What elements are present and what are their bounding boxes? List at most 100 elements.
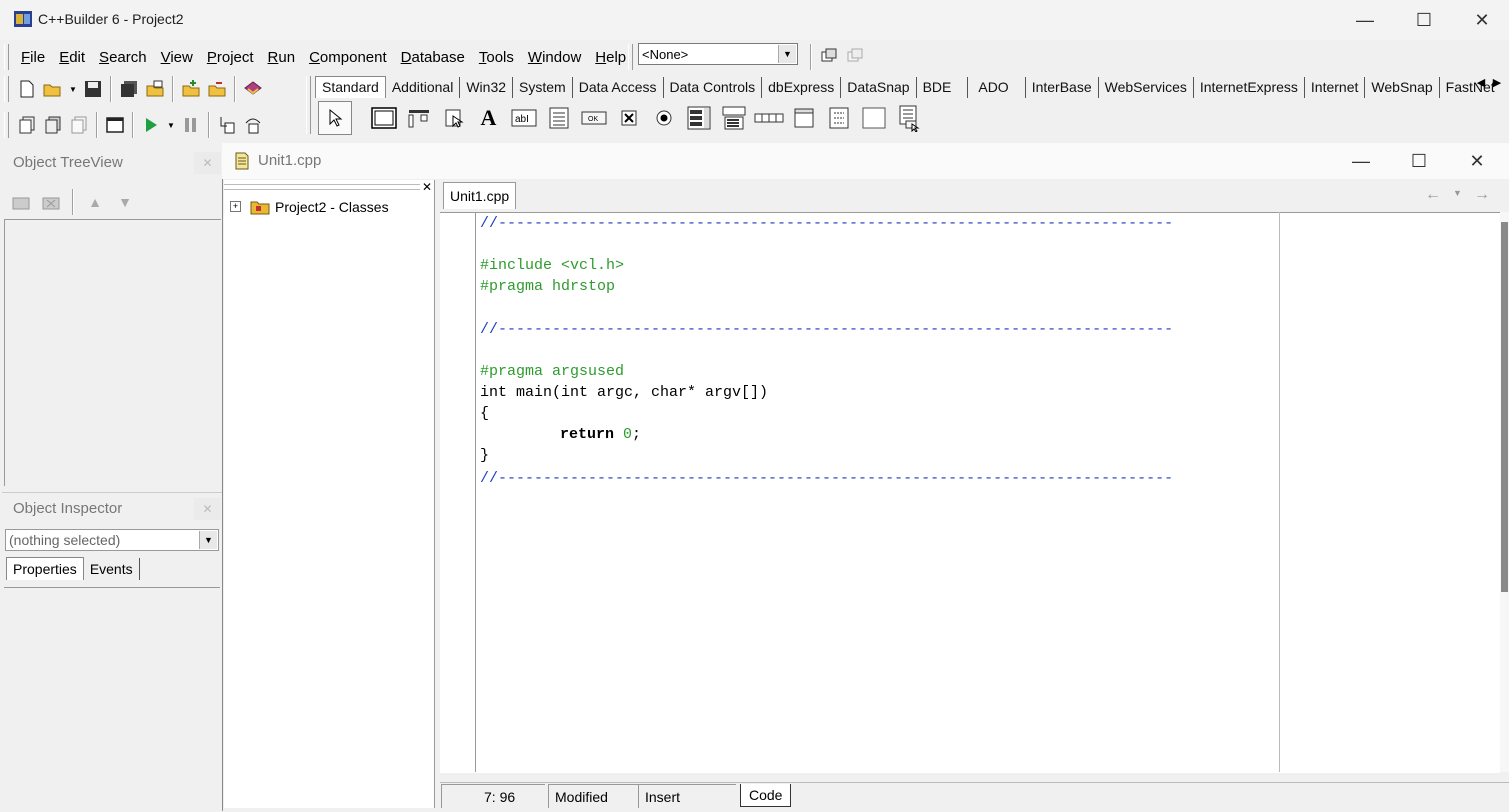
popupmenu-icon[interactable] <box>436 102 471 134</box>
view-toolbar-grip <box>4 112 9 138</box>
close-icon[interactable]: ✕ <box>194 498 221 520</box>
view-unit-icon[interactable] <box>14 112 40 138</box>
palette-tab-additional[interactable]: Additional <box>386 77 461 98</box>
help-book-icon[interactable] <box>240 76 266 102</box>
trace-into-icon[interactable] <box>214 112 240 138</box>
palette-tab-dbexpress[interactable]: dbExpress <box>762 77 842 98</box>
set-debug-desktop-icon <box>842 44 868 70</box>
frames-icon[interactable] <box>366 102 401 134</box>
panel-icon[interactable] <box>856 102 891 134</box>
menu-window[interactable]: Window <box>521 49 588 66</box>
save-all-icon[interactable] <box>116 76 142 102</box>
palette-tab-datasnap[interactable]: DataSnap <box>841 77 917 98</box>
actionlist-icon[interactable] <box>891 102 926 134</box>
menu-tools[interactable]: Tools <box>472 49 521 66</box>
add-to-project-icon[interactable] <box>178 76 204 102</box>
forward-arrow-icon[interactable]: → <box>1474 186 1490 204</box>
gutter-divider <box>475 212 476 772</box>
code-area[interactable] <box>440 212 1500 773</box>
run-icon[interactable] <box>138 112 164 138</box>
palette-tab-win32[interactable]: Win32 <box>460 77 514 98</box>
combobox-icon[interactable] <box>716 102 751 134</box>
palette-tab-interbase[interactable]: InterBase <box>1026 77 1099 98</box>
return-value: 0 <box>623 426 633 443</box>
toggle-form-unit-icon[interactable] <box>66 112 92 138</box>
chevron-down-icon[interactable]: ▼ <box>778 45 796 63</box>
save-icon[interactable] <box>80 76 106 102</box>
listbox-icon[interactable] <box>681 102 716 134</box>
back-arrow-icon[interactable]: ← <box>1425 186 1441 204</box>
chevron-down-icon[interactable]: ▼ <box>66 76 80 102</box>
palette-tab-webservices[interactable]: WebServices <box>1099 77 1194 98</box>
button-icon[interactable]: OK <box>576 102 611 134</box>
radiobutton-icon[interactable] <box>646 102 681 134</box>
palette-tab-data-controls[interactable]: Data Controls <box>664 77 763 98</box>
object-selector[interactable]: (nothing selected) ▼ <box>5 529 219 551</box>
treeview-area[interactable] <box>4 219 221 486</box>
chevron-down-icon[interactable]: ▼ <box>199 531 217 549</box>
open-folder-icon[interactable] <box>40 76 66 102</box>
menu-view[interactable]: View <box>154 49 200 66</box>
statement-end: ; <box>632 426 642 443</box>
label-icon[interactable]: A <box>471 102 506 134</box>
code-line: //--------------------------------------… <box>480 215 1174 232</box>
vertical-scrollbar[interactable] <box>1500 212 1509 772</box>
minimize-button[interactable]: — <box>1336 0 1394 40</box>
chevron-down-icon[interactable]: ▼ <box>164 112 178 138</box>
palette-tab-websnap[interactable]: WebSnap <box>1365 77 1440 98</box>
class-tree-root[interactable]: Project2 - Classes <box>275 199 389 215</box>
delete-item-icon <box>38 189 64 215</box>
menu-database[interactable]: Database <box>394 49 472 66</box>
scroll-left-icon[interactable]: ◀ <box>1473 76 1489 94</box>
menu-help[interactable]: Help <box>588 49 633 66</box>
editor-minimize-button[interactable]: — <box>1332 143 1390 179</box>
maximize-button[interactable]: ☐ <box>1395 0 1453 40</box>
new-file-icon[interactable] <box>14 76 40 102</box>
menu-file[interactable]: File <box>14 49 52 66</box>
property-grid[interactable] <box>4 587 220 812</box>
menu-run[interactable]: Run <box>261 49 303 66</box>
scrollbar-icon[interactable] <box>751 102 786 134</box>
tree-expand-icon[interactable]: + <box>230 201 241 212</box>
groupbox-icon[interactable] <box>786 102 821 134</box>
pointer-icon[interactable] <box>318 101 352 135</box>
palette-tab-ado[interactable]: ADO <box>968 77 1026 98</box>
menu-project[interactable]: Project <box>200 49 261 66</box>
tab-unit1-cpp[interactable]: Unit1.cpp <box>443 182 517 209</box>
new-form-icon[interactable] <box>102 112 128 138</box>
memo-icon[interactable] <box>541 102 576 134</box>
chevron-down-icon[interactable]: ▼ <box>1453 188 1462 198</box>
object-treeview-panel: Object TreeView ✕ ▲ ▼ <box>2 145 223 486</box>
tab-properties[interactable]: Properties <box>6 557 84 580</box>
menu-search[interactable]: Search <box>92 49 154 66</box>
insert-mode: Insert <box>638 784 736 808</box>
view-form-icon[interactable] <box>40 112 66 138</box>
remove-from-project-icon[interactable] <box>204 76 230 102</box>
palette-tab-standard[interactable]: Standard <box>315 76 386 98</box>
open-project-icon[interactable] <box>142 76 168 102</box>
menu-edit[interactable]: Edit <box>52 49 92 66</box>
editor-tab-bar: Unit1.cpp ← ▼ → <box>440 180 1509 211</box>
palette-tab-bde[interactable]: BDE <box>917 77 969 98</box>
mainmenu-icon[interactable] <box>401 102 436 134</box>
palette-tab-internetexpress[interactable]: InternetExpress <box>1194 77 1305 98</box>
step-over-icon[interactable] <box>240 112 266 138</box>
desktop-select[interactable]: <None> ▼ <box>638 43 798 65</box>
tab-code[interactable]: Code <box>740 784 792 807</box>
close-icon[interactable]: ✕ <box>422 180 432 194</box>
save-desktop-icon[interactable] <box>816 44 842 70</box>
close-button[interactable]: ✕ <box>1453 0 1509 40</box>
scrollbar-thumb[interactable] <box>1501 222 1508 592</box>
radiogroup-icon[interactable] <box>821 102 856 134</box>
editor-close-button[interactable]: ✕ <box>1448 143 1506 179</box>
edit-icon[interactable]: abI <box>506 102 541 134</box>
scroll-right-icon[interactable]: ▶ <box>1489 76 1505 94</box>
tab-events[interactable]: Events <box>84 558 140 580</box>
menu-component[interactable]: Component <box>302 49 394 66</box>
close-icon[interactable]: ✕ <box>194 152 221 174</box>
checkbox-icon[interactable] <box>611 102 646 134</box>
editor-maximize-button[interactable]: ☐ <box>1390 143 1448 179</box>
palette-tab-internet[interactable]: Internet <box>1305 77 1366 98</box>
palette-tab-data-access[interactable]: Data Access <box>573 77 664 98</box>
palette-tab-system[interactable]: System <box>513 77 573 98</box>
